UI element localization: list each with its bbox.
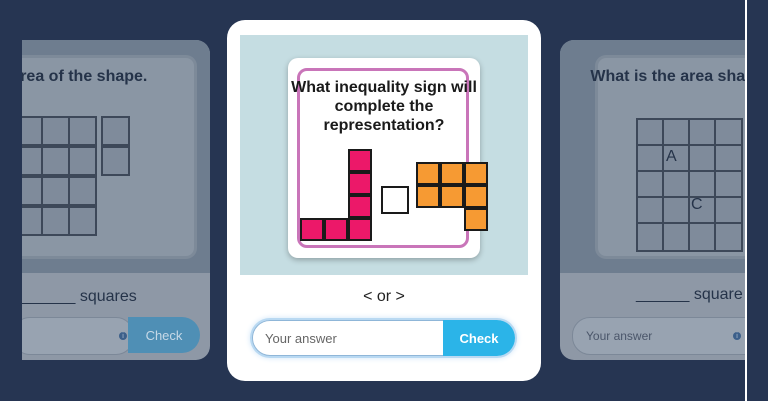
grid-cell: [636, 222, 665, 252]
grid-cell: [101, 146, 130, 176]
left-answer-suffix: ______ squares: [22, 288, 137, 305]
grid-letter-c: C: [691, 196, 703, 213]
grid-cell: [688, 222, 717, 252]
grid-cell: [68, 206, 97, 236]
pink-square: [348, 195, 372, 218]
grid-cell: [662, 222, 691, 252]
grid-cell: [41, 146, 70, 176]
grid-cell: [714, 222, 743, 252]
grid-cell: [41, 116, 70, 146]
answer-prompt: < or >: [363, 288, 405, 305]
left-question-card: d the area of the shape. ______ squares …: [22, 40, 210, 360]
pink-square: [348, 149, 372, 172]
answer-input[interactable]: [252, 320, 444, 356]
pink-square: [324, 218, 348, 241]
left-answer-field[interactable]: i: [22, 317, 134, 355]
main-question-card: What inequality sign will complete the r…: [227, 20, 541, 381]
orange-square: [464, 208, 488, 231]
orange-square: [464, 185, 488, 208]
divider-line: [745, 0, 747, 401]
pink-square: [348, 218, 372, 241]
grid-cell: [68, 146, 97, 176]
grid-cell: [41, 176, 70, 206]
orange-square: [440, 185, 464, 208]
grid-cell: [41, 206, 70, 236]
answer-group: Check: [252, 320, 515, 356]
grid-cell: [68, 116, 97, 146]
right-answer-placeholder: Your answer: [586, 329, 653, 343]
orange-square: [464, 162, 488, 185]
question-panel: What inequality sign will complete the r…: [240, 35, 528, 275]
left-question-text: d the area of the shape.: [22, 68, 148, 85]
orange-square: [440, 162, 464, 185]
check-button[interactable]: Check: [443, 320, 515, 356]
right-question-text: What is the area shape C?: [590, 68, 746, 85]
comparison-box: [381, 186, 409, 214]
question-text: What inequality sign will complete the r…: [291, 79, 477, 134]
right-answer-field[interactable]: Your answer i: [572, 317, 746, 355]
pink-square: [348, 172, 372, 195]
left-check-button[interactable]: Check: [128, 317, 200, 353]
right-question-card: What is the area shape C? A C ______ squ…: [560, 40, 746, 360]
pink-square: [300, 218, 324, 241]
grid-letter-a: A: [666, 148, 677, 165]
orange-square: [416, 162, 440, 185]
grid-cell: [101, 116, 130, 146]
question-image-card: What inequality sign will complete the r…: [288, 58, 488, 258]
right-answer-suffix: ______ square: [636, 286, 743, 303]
info-icon: i: [733, 332, 741, 340]
orange-square: [416, 185, 440, 208]
info-icon: i: [119, 332, 127, 340]
grid-cell: [68, 176, 97, 206]
